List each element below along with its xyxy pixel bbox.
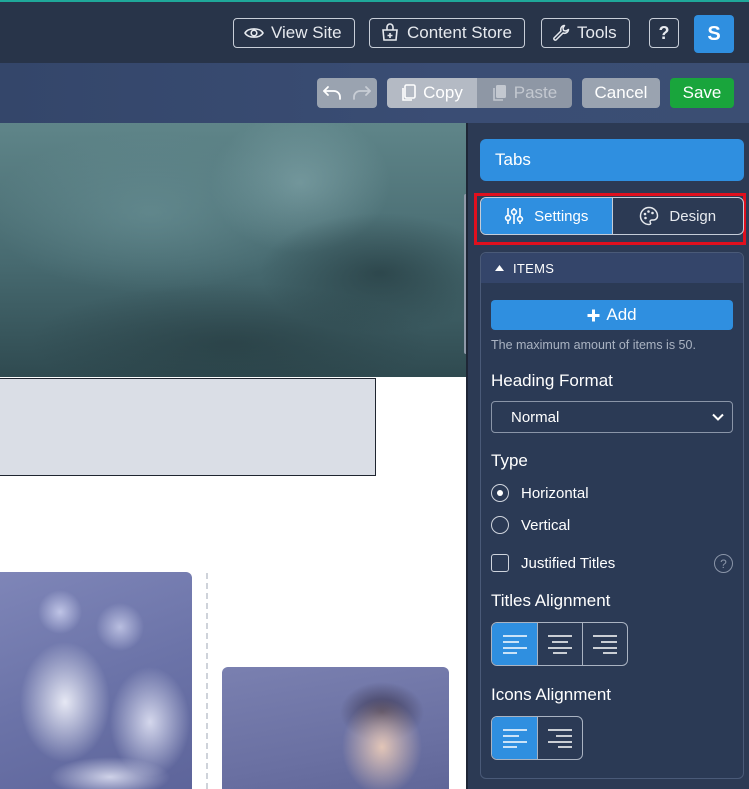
content-block[interactable] bbox=[0, 378, 376, 476]
max-items-hint: The maximum amount of items is 50. bbox=[491, 338, 696, 352]
top-bar: View Site Content Store Tools ? S bbox=[0, 0, 749, 63]
view-site-label: View Site bbox=[271, 23, 342, 42]
icons-alignment-group bbox=[491, 716, 583, 760]
radio-vertical[interactable] bbox=[491, 516, 509, 534]
align-left-icon bbox=[502, 729, 527, 748]
hero-image[interactable] bbox=[0, 123, 466, 377]
radio-horizontal[interactable] bbox=[491, 484, 509, 502]
person-photo[interactable] bbox=[222, 667, 449, 789]
history-group bbox=[317, 78, 377, 108]
paste-label: Paste bbox=[513, 83, 558, 102]
add-item-label: Add bbox=[606, 305, 637, 324]
undo-button[interactable] bbox=[317, 78, 347, 108]
type-option-vertical-label: Vertical bbox=[521, 516, 571, 534]
caret-up-icon bbox=[495, 265, 504, 271]
sliders-icon bbox=[504, 208, 524, 224]
tab-design-label: Design bbox=[669, 207, 717, 225]
titles-align-center-button[interactable] bbox=[537, 623, 582, 665]
tab-settings-label: Settings bbox=[534, 207, 589, 225]
redo-button[interactable] bbox=[347, 78, 377, 108]
items-section: ITEMS Add The maximum amount of items is… bbox=[480, 252, 744, 779]
add-item-button[interactable]: Add bbox=[491, 300, 733, 330]
icons-alignment-label: Icons Alignment bbox=[491, 685, 612, 704]
panel-title: Tabs bbox=[480, 139, 744, 181]
team-photo[interactable] bbox=[0, 572, 192, 789]
store-icon bbox=[382, 23, 398, 41]
justified-titles-label: Justified Titles bbox=[521, 554, 616, 572]
type-option-vertical[interactable]: Vertical bbox=[491, 516, 570, 534]
plus-icon bbox=[587, 309, 600, 321]
view-site-button[interactable]: View Site bbox=[233, 18, 355, 48]
palette-icon bbox=[640, 206, 659, 226]
heading-format-select[interactable]: Normal bbox=[491, 401, 733, 433]
help-button[interactable]: ? bbox=[649, 18, 679, 48]
titles-align-right-button[interactable] bbox=[582, 623, 627, 665]
heading-format-label: Heading Format bbox=[491, 371, 613, 390]
content-store-button[interactable]: Content Store bbox=[369, 18, 525, 48]
align-left-icon bbox=[502, 635, 527, 654]
type-option-horizontal[interactable]: Horizontal bbox=[491, 484, 589, 502]
copy-label: Copy bbox=[423, 83, 463, 102]
question-circle-icon[interactable]: ? bbox=[714, 554, 733, 573]
editor-toolbar: Copy Paste Cancel Save bbox=[0, 63, 749, 123]
align-right-icon bbox=[593, 635, 617, 654]
tools-label: Tools bbox=[577, 23, 617, 42]
eye-icon bbox=[244, 28, 264, 38]
panel-tab-switcher: Settings Design bbox=[480, 197, 744, 235]
paste-icon bbox=[492, 85, 506, 101]
justified-titles-checkbox[interactable] bbox=[491, 554, 509, 572]
items-section-header[interactable]: ITEMS bbox=[481, 253, 743, 283]
user-avatar[interactable]: S bbox=[694, 15, 734, 53]
undo-icon bbox=[323, 86, 341, 100]
align-right-icon bbox=[548, 729, 572, 748]
column-divider bbox=[206, 573, 208, 789]
page-canvas[interactable] bbox=[0, 123, 466, 789]
type-option-horizontal-label: Horizontal bbox=[521, 484, 589, 502]
titles-alignment-group bbox=[491, 622, 628, 666]
tools-button[interactable]: Tools bbox=[541, 18, 630, 48]
tab-design[interactable]: Design bbox=[611, 198, 744, 234]
settings-panel: Tabs Settings Design ITEMS Add The maxim… bbox=[468, 123, 749, 789]
wrench-icon bbox=[553, 24, 570, 41]
titles-align-left-button[interactable] bbox=[492, 623, 537, 665]
icons-align-left-button[interactable] bbox=[492, 717, 537, 759]
chevron-down-icon bbox=[712, 413, 724, 421]
clipboard-group: Copy Paste bbox=[387, 78, 572, 108]
justified-titles-row[interactable]: Justified Titles bbox=[491, 554, 615, 572]
save-button[interactable]: Save bbox=[670, 78, 734, 108]
paste-button[interactable]: Paste bbox=[477, 78, 572, 108]
tab-settings[interactable]: Settings bbox=[481, 198, 612, 234]
content-store-label: Content Store bbox=[407, 23, 512, 42]
copy-icon bbox=[402, 84, 416, 101]
cancel-button[interactable]: Cancel bbox=[582, 78, 660, 108]
type-label: Type bbox=[491, 451, 528, 470]
items-section-title: ITEMS bbox=[513, 260, 555, 276]
titles-alignment-label: Titles Alignment bbox=[491, 591, 611, 610]
redo-icon bbox=[353, 86, 371, 100]
icons-align-right-button[interactable] bbox=[537, 717, 582, 759]
align-center-icon bbox=[548, 635, 572, 654]
heading-format-value: Normal bbox=[511, 408, 560, 426]
copy-button[interactable]: Copy bbox=[387, 78, 477, 108]
